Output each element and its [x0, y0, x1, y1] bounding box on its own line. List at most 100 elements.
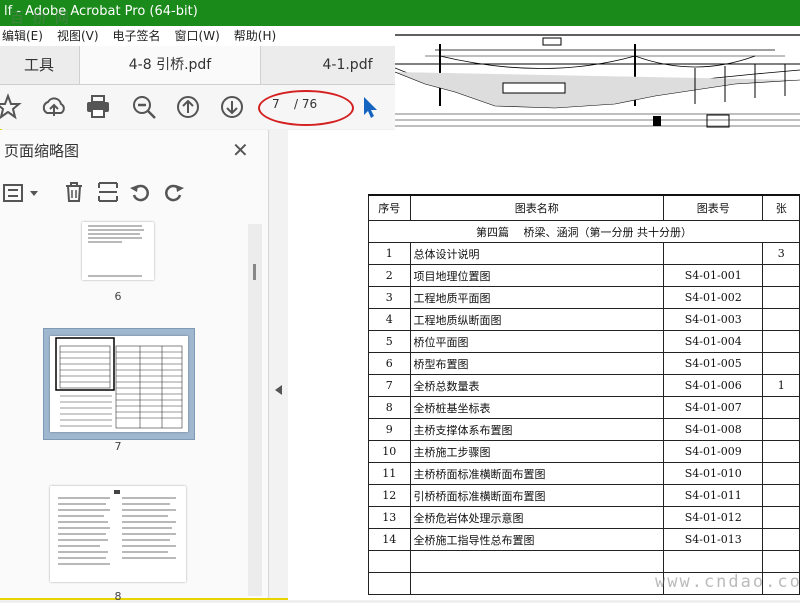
cell-name: 主桥支撑体系布置图: [409, 418, 665, 441]
header-sheets: 张: [762, 194, 800, 221]
print-icon[interactable]: [84, 93, 112, 121]
cell-no: 2: [368, 264, 411, 287]
menu-help[interactable]: 帮助(H): [234, 29, 276, 43]
cell-sheets: [762, 418, 800, 441]
cell-code: S4-01-004: [663, 330, 764, 353]
menu-bar: 编辑(E) 视图(V) 电子签名 窗口(W) 帮助(H): [0, 26, 395, 46]
table-row: 2 项目地理位置图 S4-01-001: [368, 264, 800, 287]
table-row: 10 主桥施工步骤图 S4-01-009: [368, 440, 800, 463]
cell-name: 项目地理位置图: [409, 264, 665, 287]
bookmark-star-icon[interactable]: [0, 93, 22, 121]
cell-sheets: [762, 462, 800, 485]
cell-no: 9: [368, 418, 411, 441]
table-header-row: 序号 图表名称 图表号 张: [368, 194, 800, 221]
section-title: 第四篇 桥梁、涵洞（第一分册 共十分册）: [368, 220, 800, 243]
page-thumbnails-pane: 页面缩略图 ✕ 6 7 8: [0, 130, 269, 603]
cell-no: 11: [368, 462, 411, 485]
delete-page-icon[interactable]: [62, 180, 86, 204]
next-page-icon[interactable]: [218, 93, 246, 121]
header-code: 图表号: [663, 194, 764, 221]
menu-edit[interactable]: 编辑(E): [2, 29, 43, 43]
thumbnails-scrollbar[interactable]: [248, 224, 262, 596]
thumbnail-tools: [0, 176, 266, 208]
cell-no: 8: [368, 396, 411, 419]
cell-sheets: [762, 506, 800, 529]
cell-no: 5: [368, 330, 411, 353]
previous-page-icon[interactable]: [174, 93, 202, 121]
cell-no: 3: [368, 286, 411, 309]
rotate-left-icon[interactable]: [128, 180, 152, 204]
table-row: 8 全桥桩基坐标表 S4-01-007: [368, 396, 800, 419]
cell-no: 1: [368, 242, 411, 265]
document-view: 序号 图表名称 图表号 张 第四篇 桥梁、涵洞（第一分册 共十分册） 1 总体设计…: [288, 130, 800, 600]
cell-code: [663, 242, 764, 265]
cell-sheets: [762, 286, 800, 309]
thumbnails-pane-title: 页面缩略图: [4, 142, 80, 160]
title-bar: lf - Adobe Acrobat Pro (64-bit): [0, 0, 800, 26]
thumbnail-label-7: 7: [114, 440, 122, 453]
menu-window[interactable]: 窗口(W): [175, 29, 220, 43]
cell-name: 桥位平面图: [409, 330, 665, 353]
cell-sheets: [762, 330, 800, 353]
cell-sheets: 3: [762, 242, 800, 265]
cell-no: 14: [368, 528, 411, 551]
zoom-out-icon[interactable]: [130, 93, 158, 121]
tab-tools[interactable]: 工具: [0, 46, 78, 84]
cell-sheets: [762, 308, 800, 331]
upload-cloud-icon[interactable]: [40, 93, 68, 121]
menu-esign[interactable]: 电子签名: [113, 29, 161, 43]
cell-code: S4-01-003: [663, 308, 764, 331]
table-row: 6 桥型布置图 S4-01-005: [368, 352, 800, 375]
scrollbar-thumb[interactable]: [253, 264, 256, 280]
cell-sheets: [762, 528, 800, 551]
cell-name: 桥型布置图: [409, 352, 665, 375]
cell-name: 工程地质平面图: [409, 286, 665, 309]
cell-code: S4-01-012: [663, 506, 764, 529]
cell-name: 工程地质纵断面图: [409, 308, 665, 331]
cell-code: S4-01-011: [663, 484, 764, 507]
cell-code: S4-01-001: [663, 264, 764, 287]
cell-no: 10: [368, 440, 411, 463]
table-row: 4 工程地质纵断面图 S4-01-003: [368, 308, 800, 331]
menu-view[interactable]: 视图(V): [57, 29, 99, 43]
tab-other-document[interactable]: 4-1.pdf: [300, 46, 395, 84]
thumbnail-page-6[interactable]: [82, 222, 154, 280]
table-row: 14 全桥施工指导性总布置图 S4-01-013: [368, 528, 800, 551]
pane-collapse-handle[interactable]: [270, 130, 288, 598]
tab-active-document[interactable]: 4-8 引桥.pdf: [79, 46, 261, 84]
thumbnail-options-icon[interactable]: [2, 182, 42, 204]
watermark-bottom: www.cndao.com: [655, 572, 800, 592]
cell-name: 全桥危岩体处理示意图: [409, 506, 665, 529]
highlight-annotation-oval: [258, 90, 354, 126]
bridge-drawing-preview: [395, 26, 800, 130]
cell-sheets: [762, 484, 800, 507]
cell-no: [368, 550, 411, 573]
table-row: 12 引桥桥面标准横断面布置图 S4-01-011: [368, 484, 800, 507]
table-row: 13 全桥危岩体处理示意图 S4-01-012: [368, 506, 800, 529]
thumbnail-label-8: 8: [114, 590, 122, 603]
insert-page-icon[interactable]: [96, 180, 120, 204]
drawing-index-table: 序号 图表名称 图表号 张 第四篇 桥梁、涵洞（第一分册 共十分册） 1 总体设计…: [368, 194, 800, 595]
select-cursor-icon[interactable]: [356, 93, 384, 121]
thumbnail-page-7[interactable]: [50, 336, 188, 432]
cell-name: 全桥桩基坐标表: [409, 396, 665, 419]
cell-name: 全桥施工指导性总布置图: [409, 528, 665, 551]
close-pane-icon[interactable]: ✕: [232, 138, 249, 162]
table-row: 3 工程地质平面图 S4-01-002: [368, 286, 800, 309]
table-section-row: 第四篇 桥梁、涵洞（第一分册 共十分册）: [368, 220, 800, 243]
table-row: 7 全桥总数量表 S4-01-006 1: [368, 374, 800, 397]
cell-no: 12: [368, 484, 411, 507]
cell-sheets: [762, 396, 800, 419]
cell-no: [368, 572, 411, 595]
header-name: 图表名称: [409, 194, 665, 221]
cell-no: 13: [368, 506, 411, 529]
cell-code: S4-01-002: [663, 286, 764, 309]
rotate-right-icon[interactable]: [162, 180, 186, 204]
tab-bar: 工具 4-8 引桥.pdf 4-1.pdf: [0, 46, 395, 85]
thumbnail-page-8[interactable]: [50, 486, 186, 582]
header-no: 序号: [368, 194, 411, 221]
cell-name: [409, 550, 665, 573]
cell-sheets: [762, 352, 800, 375]
cell-code: S4-01-005: [663, 352, 764, 375]
cell-code: S4-01-008: [663, 418, 764, 441]
